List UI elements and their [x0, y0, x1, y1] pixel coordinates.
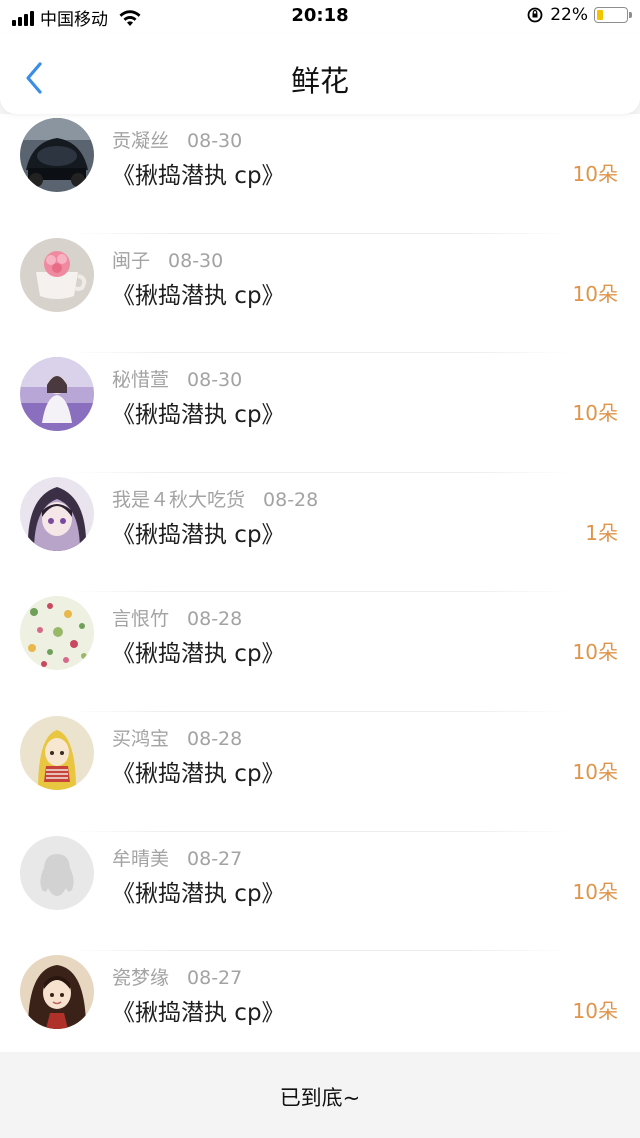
list-item[interactable]: 我是４秋大吃货 08-28 《揪捣潜执 cp》 1朵	[0, 473, 640, 593]
flower-count: 1朵	[585, 520, 618, 545]
flower-count: 10朵	[572, 759, 618, 784]
rotation-lock-icon	[527, 7, 543, 23]
avatar[interactable]	[20, 596, 94, 671]
user-name: 闽子	[112, 249, 151, 272]
post-date: 08-27	[187, 967, 243, 990]
list-item[interactable]: 瓷梦缘 08-27 《揪捣潜执 cp》 10朵	[0, 951, 640, 1052]
battery-icon	[594, 7, 632, 23]
gift-title: 《揪捣潜执 cp》	[112, 880, 285, 907]
post-date: 08-28	[187, 608, 243, 631]
avatar[interactable]	[20, 835, 94, 910]
list-item[interactable]: 贡凝丝 08-30 《揪捣潜执 cp》 10朵	[0, 114, 640, 234]
list-item[interactable]: 言恨竹 08-28 《揪捣潜执 cp》 10朵	[0, 592, 640, 712]
status-bar: 中国移动 20:18 22%	[0, 0, 640, 34]
user-name: 瓷梦缘	[112, 967, 170, 990]
user-name: 言恨竹	[112, 608, 170, 631]
gift-title: 《揪捣潜执 cp》	[112, 163, 285, 189]
nav-bar: 鲜花	[0, 34, 640, 114]
user-name: 买鸿宝	[112, 727, 170, 750]
list-item[interactable]: 买鸿宝 08-28 《揪捣潜执 cp》 10朵	[0, 712, 640, 832]
flower-count: 10朵	[572, 640, 618, 665]
post-date: 08-30	[187, 130, 243, 152]
avatar[interactable]	[20, 237, 94, 312]
post-date: 08-28	[263, 488, 319, 511]
flower-list: 贡凝丝 08-30 《揪捣潜执 cp》 10朵 闽子 08-30 《揪捣潜执 cp》…	[0, 114, 640, 1052]
user-name: 贡凝丝	[112, 130, 170, 152]
gift-title: 《揪捣潜执 cp》	[112, 402, 285, 429]
post-date: 08-28	[187, 727, 243, 750]
end-of-list-text: 已到底~	[279, 1086, 361, 1110]
flower-count: 10朵	[572, 401, 618, 426]
list-item[interactable]: 牟晴美 08-27 《揪捣潜执 cp》 10朵	[0, 832, 640, 952]
post-date: 08-30	[187, 369, 243, 392]
avatar[interactable]	[20, 357, 94, 432]
flower-count: 10朵	[572, 879, 618, 904]
post-date: 08-30	[168, 249, 224, 272]
list-item[interactable]: 闽子 08-30 《揪捣潜执 cp》 10朵	[0, 234, 640, 354]
user-name: 牟晴美	[112, 847, 170, 870]
user-name: 秘惜萱	[112, 369, 170, 392]
avatar[interactable]	[20, 476, 94, 551]
gift-title: 《揪捣潜执 cp》	[112, 760, 285, 787]
gift-title: 《揪捣潜执 cp》	[112, 282, 285, 309]
gift-title: 《揪捣潜执 cp》	[112, 1000, 285, 1027]
avatar[interactable]	[20, 955, 94, 1030]
gift-title: 《揪捣潜执 cp》	[112, 641, 285, 668]
flower-count: 10朵	[572, 999, 618, 1024]
gift-title: 《揪捣潜执 cp》	[112, 521, 285, 548]
post-date: 08-27	[187, 847, 243, 870]
page-title: 鲜花	[290, 64, 349, 98]
battery-percent: 22%	[550, 5, 588, 25]
list-item[interactable]: 秘惜萱 08-30 《揪捣潜执 cp》 10朵	[0, 353, 640, 473]
flower-count: 10朵	[572, 162, 618, 186]
end-of-list-footer: 已到底~	[0, 1052, 640, 1138]
avatar[interactable]	[20, 715, 94, 790]
avatar[interactable]	[20, 118, 94, 192]
flower-count: 10朵	[572, 281, 618, 306]
user-name: 我是４秋大吃货	[112, 488, 246, 511]
